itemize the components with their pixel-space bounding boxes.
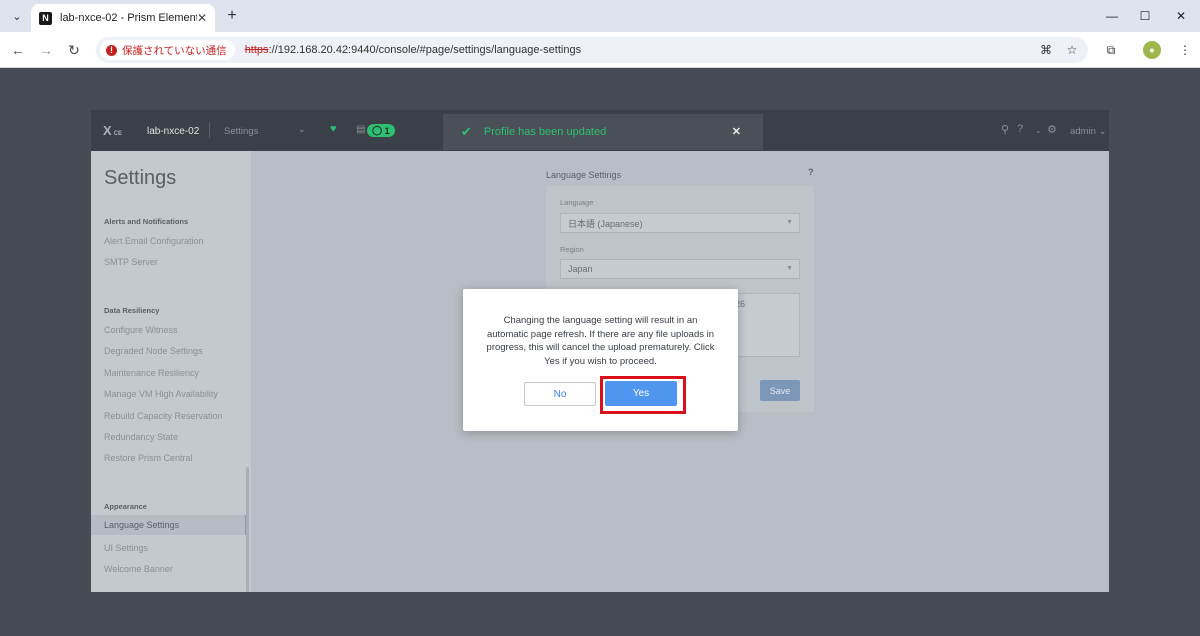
save-button[interactable]: Save [760, 380, 800, 401]
user-name: admin [1070, 126, 1096, 137]
sidebar-scrollbar[interactable] [246, 467, 249, 592]
close-toast-icon[interactable]: ✕ [732, 125, 741, 138]
health-heart-icon[interactable]: ♥ [330, 123, 337, 135]
logo-suffix: CE [113, 131, 123, 137]
browser-menu-icon[interactable]: ⋮ [1176, 41, 1194, 59]
extensions-icon[interactable]: ⧉ [1102, 41, 1120, 59]
reload-icon[interactable]: ↻ [64, 40, 84, 60]
user-menu[interactable]: admin ⌄ [1070, 126, 1106, 137]
no-button[interactable]: No [524, 382, 596, 406]
chevron-down-icon[interactable]: ⌄ [298, 124, 306, 135]
sidebar-item-restore-pc[interactable]: Restore Prism Central [104, 453, 193, 463]
language-value: 日本語 (Japanese) [568, 218, 643, 229]
gear-icon[interactable]: ⚙ [1047, 123, 1057, 136]
close-window-icon[interactable]: ✕ [1166, 6, 1196, 26]
sidebar-item-redundancy[interactable]: Redundancy State [104, 432, 178, 442]
success-toast: ✔ Profile has been updated ✕ [443, 114, 763, 150]
sidebar-item-alert-email[interactable]: Alert Email Configuration [104, 236, 204, 246]
address-bar[interactable]: ! 保護されていない通信 https://192.168.20.42:9440/… [96, 37, 1088, 63]
sidebar-group-alerts: Alerts and Notifications [104, 217, 189, 226]
sidebar-item-smtp[interactable]: SMTP Server [104, 257, 158, 267]
sidebar-item-vm-ha[interactable]: Manage VM High Availability [104, 389, 218, 399]
url-text[interactable]: https://192.168.20.42:9440/console/#page… [245, 44, 581, 56]
sidebar-item-maintenance[interactable]: Maintenance Resiliency [104, 368, 199, 378]
logo-mark: X [103, 123, 112, 138]
confirm-dialog: Changing the language setting will resul… [463, 289, 738, 431]
profile-avatar-icon[interactable]: ● [1143, 41, 1161, 59]
region-select[interactable]: Japan ▼ [560, 259, 800, 279]
sidebar-group-appearance: Appearance [104, 502, 147, 511]
language-settings-header: Language Settings ? [546, 165, 814, 183]
sidebar-group-resiliency: Data Resiliency [104, 306, 160, 315]
page-title: Language Settings [546, 170, 622, 180]
cluster-name: lab-nxce-02 [147, 126, 200, 137]
settings-sidebar: Settings Alerts and Notifications Alert … [91, 151, 251, 592]
close-tab-icon[interactable]: ✕ [197, 11, 207, 25]
dialog-message: Changing the language setting will resul… [486, 315, 715, 367]
language-label: Language [560, 198, 594, 207]
translate-icon[interactable]: ⌘ [1037, 41, 1055, 59]
security-label: 保護されていない通信 [122, 44, 227, 57]
browser-toolbar: ← → ↻ ! 保護されていない通信 https://192.168.20.42… [0, 32, 1200, 68]
language-select[interactable]: 日本語 (Japanese) ▼ [560, 213, 800, 233]
alerts-badge[interactable]: ◯ 1 [367, 124, 395, 137]
sidebar-title: Settings [104, 167, 177, 189]
forward-icon[interactable]: → [36, 40, 56, 60]
new-tab-icon[interactable]: + [222, 6, 242, 26]
region-value: Japan [568, 264, 593, 274]
minimize-icon[interactable]: — [1097, 6, 1127, 26]
tasks-icon[interactable]: ▤ [356, 124, 365, 135]
nutanix-favicon-icon: N [39, 11, 52, 25]
bookmark-star-icon[interactable]: ☆ [1063, 41, 1081, 59]
sidebar-item-language[interactable]: Language Settings [91, 515, 247, 535]
chevron-down-icon: ▼ [786, 219, 793, 226]
help-icon[interactable]: ? [1017, 123, 1023, 135]
sidebar-item-ui-settings[interactable]: UI Settings [104, 543, 148, 553]
sidebar-item-witness[interactable]: Configure Witness [104, 325, 178, 335]
region-label: Region [560, 245, 584, 254]
app-header: X CE lab-nxce-02 Settings ⌄ ♥ ▤ ◯ 1 ⚲ ? ⌄… [91, 110, 1109, 151]
sidebar-item-degraded-node[interactable]: Degraded Node Settings [104, 346, 203, 356]
tab-title: lab-nxce-02 - Prism Element [60, 12, 197, 24]
help-icon-inline[interactable]: ? [808, 167, 814, 177]
url-scheme: https [244, 44, 269, 56]
browser-tab[interactable]: N lab-nxce-02 - Prism Element ✕ [31, 4, 215, 32]
page-menu[interactable]: Settings [224, 126, 258, 137]
header-divider [209, 122, 210, 138]
toast-message: Profile has been updated [483, 126, 607, 138]
yes-button[interactable]: Yes [605, 381, 677, 406]
nutanix-logo-icon[interactable]: X CE [103, 123, 122, 138]
security-chip[interactable]: ! 保護されていない通信 [100, 40, 235, 60]
check-icon: ✔ [461, 124, 472, 139]
back-icon[interactable]: ← [8, 40, 28, 60]
browser-tab-bar: ⌄ N lab-nxce-02 - Prism Element ✕ + — ☐ … [0, 0, 1200, 32]
sidebar-item-rebuild-capacity[interactable]: Rebuild Capacity Reservation [104, 411, 223, 421]
url-rest: ://192.168.20.42:9440/console/#page/sett… [268, 44, 582, 56]
alerts-count: 1 [384, 125, 390, 136]
chevron-down-icon: ▼ [786, 265, 793, 272]
search-icon[interactable]: ⚲ [1001, 123, 1009, 136]
warning-icon: ! [106, 44, 117, 56]
sidebar-item-welcome-banner[interactable]: Welcome Banner [104, 564, 173, 574]
help-chevron-down-icon[interactable]: ⌄ [1035, 126, 1042, 135]
maximize-icon[interactable]: ☐ [1130, 6, 1160, 26]
tab-search-icon[interactable]: ⌄ [7, 6, 27, 26]
